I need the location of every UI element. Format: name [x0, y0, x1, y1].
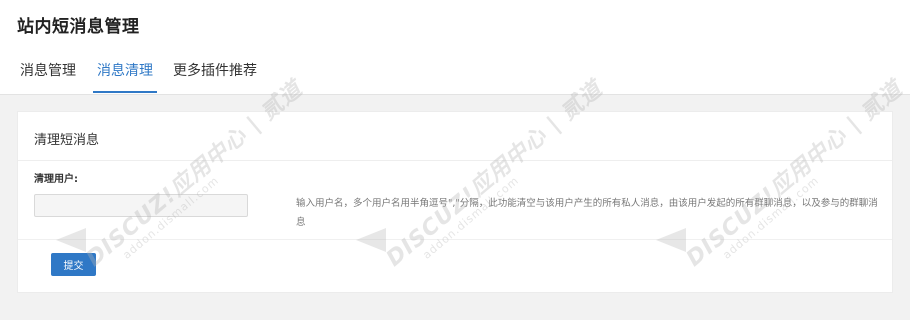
form-divider: [18, 239, 892, 240]
cleanup-user-label: 清理用户:: [34, 174, 78, 185]
card-title: 清理短消息: [34, 133, 100, 148]
tab-more-plugins[interactable]: 更多插件推荐: [173, 60, 257, 91]
page-header: 站内短消息管理 消息管理 消息清理 更多插件推荐: [0, 0, 910, 95]
tab-message-cleanup[interactable]: 消息清理: [93, 60, 157, 93]
cleanup-card: 清理短消息 清理用户: 输入用户名，多个用户名用半角逗号","分隔，此功能清空与…: [17, 111, 893, 293]
tab-bar: 消息管理 消息清理 更多插件推荐: [0, 60, 910, 94]
tab-message-management[interactable]: 消息管理: [20, 60, 76, 91]
card-divider: [18, 160, 892, 161]
submit-button[interactable]: 提交: [51, 253, 96, 276]
cleanup-user-help: 输入用户名，多个用户名用半角逗号","分隔，此功能清空与该用户产生的所有私人消息…: [296, 198, 878, 228]
page-title: 站内短消息管理: [17, 17, 140, 37]
cleanup-user-input[interactable]: [34, 194, 248, 217]
